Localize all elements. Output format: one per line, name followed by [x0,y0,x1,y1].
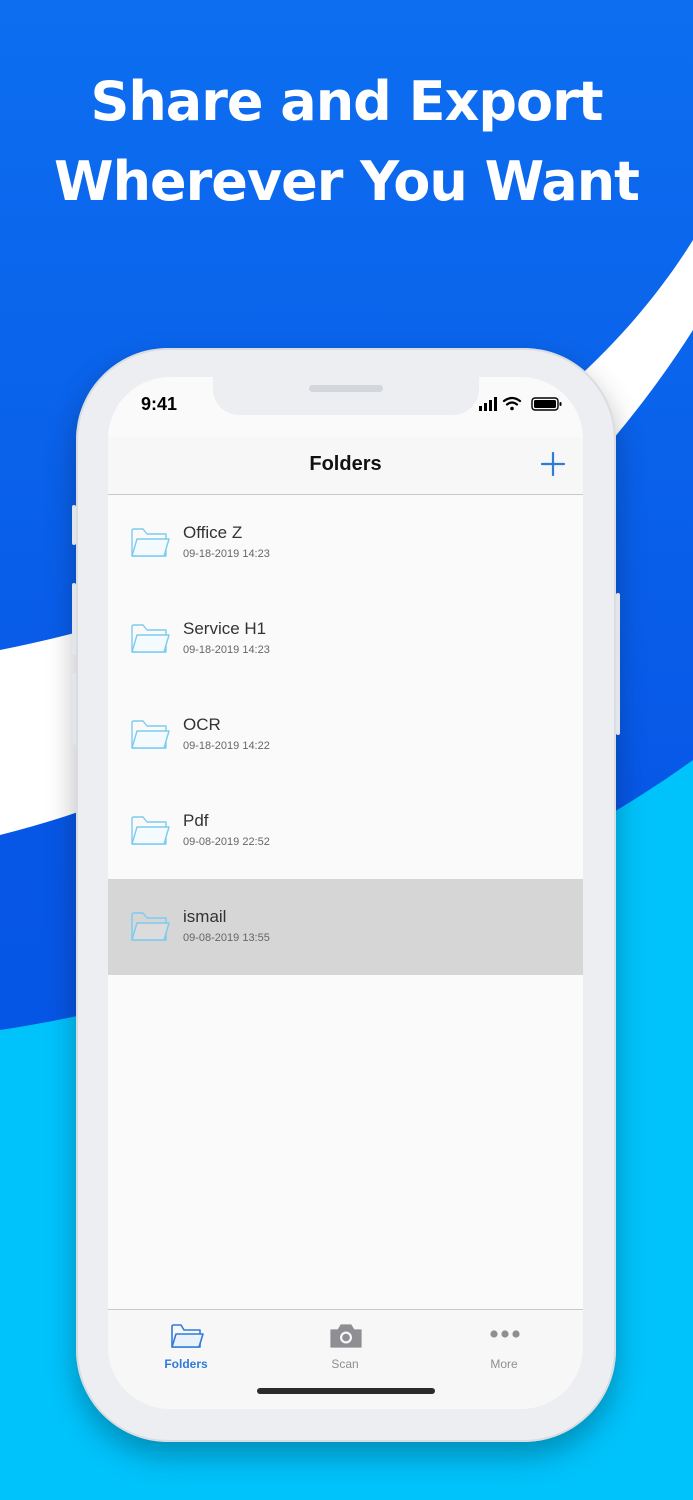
folder-name: ismail [183,907,227,926]
folder-icon [131,624,170,653]
home-indicator [257,1388,435,1394]
folder-date: 09-18-2019 14:23 [183,644,270,656]
folder-date: 09-08-2019 22:52 [183,836,270,848]
folder-name: Service H1 [183,619,267,638]
tab-more[interactable]: More [444,1310,564,1380]
phone-power-button [616,593,620,735]
notch [213,377,479,415]
tab-scan-label: Scan [331,1357,359,1371]
headline: Share and Export Wherever You Want [0,62,693,222]
page-title: Folders [309,453,382,475]
folder-icon [131,720,170,749]
tab-folders[interactable]: Folders [126,1310,246,1380]
tab-folders-label: Folders [164,1357,208,1371]
battery-icon [531,397,562,411]
phone-volume-up [72,583,76,655]
navigation-bar: Folders [108,437,583,495]
phone-screen: 9:41 Folders Office Z 09-18-2019 14:23 S… [108,377,583,1409]
folder-row[interactable]: OCR 09-18-2019 14:22 [108,687,583,783]
plus-icon [541,452,565,476]
folder-row[interactable]: Service H1 09-18-2019 14:23 [108,591,583,687]
tab-more-label: More [490,1357,518,1371]
status-time: 9:41 [141,394,178,414]
folder-date: 09-18-2019 14:22 [183,740,270,752]
folder-date: 09-18-2019 14:23 [183,548,270,560]
folder-name: OCR [183,715,221,734]
more-icon [490,1330,520,1338]
folder-name: Pdf [183,811,209,830]
add-folder-button[interactable] [541,452,565,476]
folder-icon [131,528,170,557]
status-icons [479,396,562,411]
folder-icon [131,912,170,941]
wifi-icon [502,396,522,411]
folder-date: 09-08-2019 13:55 [183,932,270,944]
tab-bar: Folders Scan More [108,1309,583,1409]
folder-icon [171,1324,204,1348]
phone-volume-down [72,673,76,745]
folder-icon [131,816,170,845]
folder-name: Office Z [183,523,243,542]
folder-list: Office Z 09-18-2019 14:23 Service H1 09-… [108,495,583,975]
folder-row-selected[interactable]: ismail 09-08-2019 13:55 [108,879,583,975]
phone-silent-switch [72,505,76,545]
folder-row[interactable]: Pdf 09-08-2019 22:52 [108,783,583,879]
headline-line-1: Share and Export [90,70,603,133]
headline-line-2: Wherever You Want [54,150,640,213]
camera-icon [330,1324,362,1348]
speaker [309,385,383,392]
folder-row[interactable]: Office Z 09-18-2019 14:23 [108,495,583,591]
tab-scan[interactable]: Scan [285,1310,405,1380]
signal-icon [479,397,497,411]
